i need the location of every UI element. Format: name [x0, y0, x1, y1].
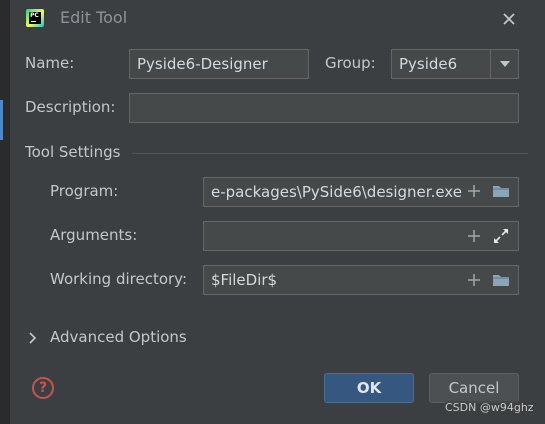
close-icon[interactable] [498, 8, 520, 30]
advanced-options-label: Advanced Options [50, 328, 187, 346]
pycharm-logo-icon: PC [26, 9, 44, 27]
name-label: Name: [25, 54, 75, 72]
folder-icon[interactable] [492, 273, 510, 287]
chevron-right-icon [29, 332, 37, 344]
expand-icon[interactable] [493, 228, 509, 244]
section-divider [132, 153, 528, 154]
group-label: Group: [325, 54, 376, 72]
edit-tool-dialog: PC Edit Tool Name: Pyside6-Designer Grou… [10, 0, 545, 416]
watermark-text: CSDN @w94ghz [445, 401, 534, 414]
plus-icon[interactable] [467, 273, 481, 287]
help-button[interactable]: ? [32, 377, 54, 399]
ok-button[interactable]: OK [324, 373, 414, 403]
group-select-value: Pyside6 [399, 55, 458, 73]
description-input[interactable] [129, 93, 519, 123]
ide-selection-marker [0, 100, 3, 140]
arguments-label: Arguments: [50, 226, 138, 244]
description-label: Description: [25, 98, 116, 116]
title-bar: PC Edit Tool [10, 0, 545, 38]
plus-icon[interactable] [467, 229, 481, 243]
close-button[interactable] [498, 8, 520, 30]
chevron-down-icon[interactable] [499, 59, 511, 69]
folder-icon[interactable] [492, 184, 510, 198]
working-directory-label: Working directory: [50, 270, 188, 288]
group-select[interactable]: Pyside6 [391, 49, 519, 79]
name-input[interactable]: Pyside6-Designer [129, 49, 309, 79]
plus-icon[interactable] [467, 184, 481, 198]
dialog-title: Edit Tool [60, 8, 128, 27]
program-label: Program: [50, 182, 119, 200]
cancel-button[interactable]: Cancel [429, 373, 519, 403]
tool-settings-heading: Tool Settings [25, 143, 121, 161]
combo-separator [490, 50, 491, 78]
ide-background-strip [0, 0, 10, 424]
